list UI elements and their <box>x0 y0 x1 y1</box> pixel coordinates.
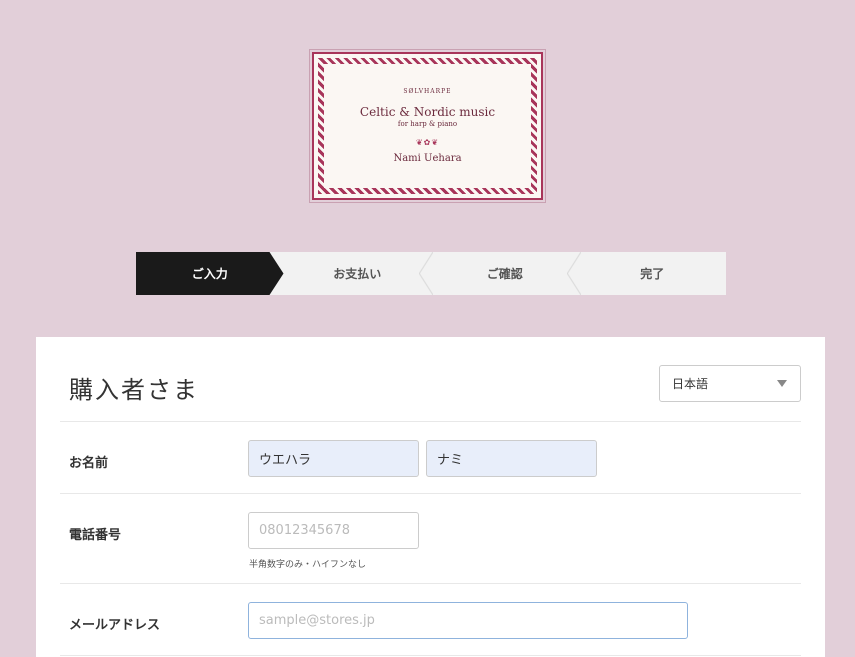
checkout-steps: ご入力 お支払い ご確認 完了 <box>136 252 726 295</box>
name-label: お名前 <box>69 456 109 471</box>
phone-input[interactable]: 08012345678 <box>248 512 419 549</box>
email-label: メールアドレス <box>69 618 161 633</box>
shop-logo: SØLVHARPE Celtic & Nordic music for harp… <box>309 49 546 203</box>
language-select[interactable]: 日本語 <box>659 365 801 402</box>
language-select-value: 日本語 <box>672 377 709 391</box>
logo-title: Celtic & Nordic music <box>359 105 496 119</box>
step-complete: 完了 <box>640 267 665 281</box>
logo-subtitle: for harp & piano <box>397 120 458 128</box>
step-payment: お支払い <box>284 252 433 295</box>
logo-brand: SØLVHARPE <box>403 88 452 95</box>
email-input[interactable]: sample@stores.jp <box>248 602 688 639</box>
page-title: 購入者さま <box>69 376 199 404</box>
last-name-input[interactable]: ウエハラ <box>248 440 419 477</box>
phone-row: 電話番号 08012345678 半角数字のみ・ハイフンなし <box>60 493 801 583</box>
logo-ornament: ❦✿❦ <box>415 138 440 147</box>
first-name-input[interactable]: ナミ <box>426 440 597 477</box>
step-input: ご入力 <box>136 252 284 295</box>
logo-artist: Nami Uehara <box>393 153 462 164</box>
email-row: メールアドレス sample@stores.jp <box>60 583 801 655</box>
step-confirm: ご確認 <box>431 252 580 295</box>
name-row: お名前 ウエハラ ナミ <box>60 421 801 493</box>
phone-hint: 半角数字のみ・ハイフンなし <box>249 560 367 570</box>
chevron-down-icon <box>777 380 787 387</box>
buyer-form: 購入者さま 日本語 お名前 ウエハラ ナミ 電話番号 08012345678 半… <box>36 337 825 657</box>
phone-label: 電話番号 <box>69 528 122 543</box>
divider <box>60 655 801 656</box>
